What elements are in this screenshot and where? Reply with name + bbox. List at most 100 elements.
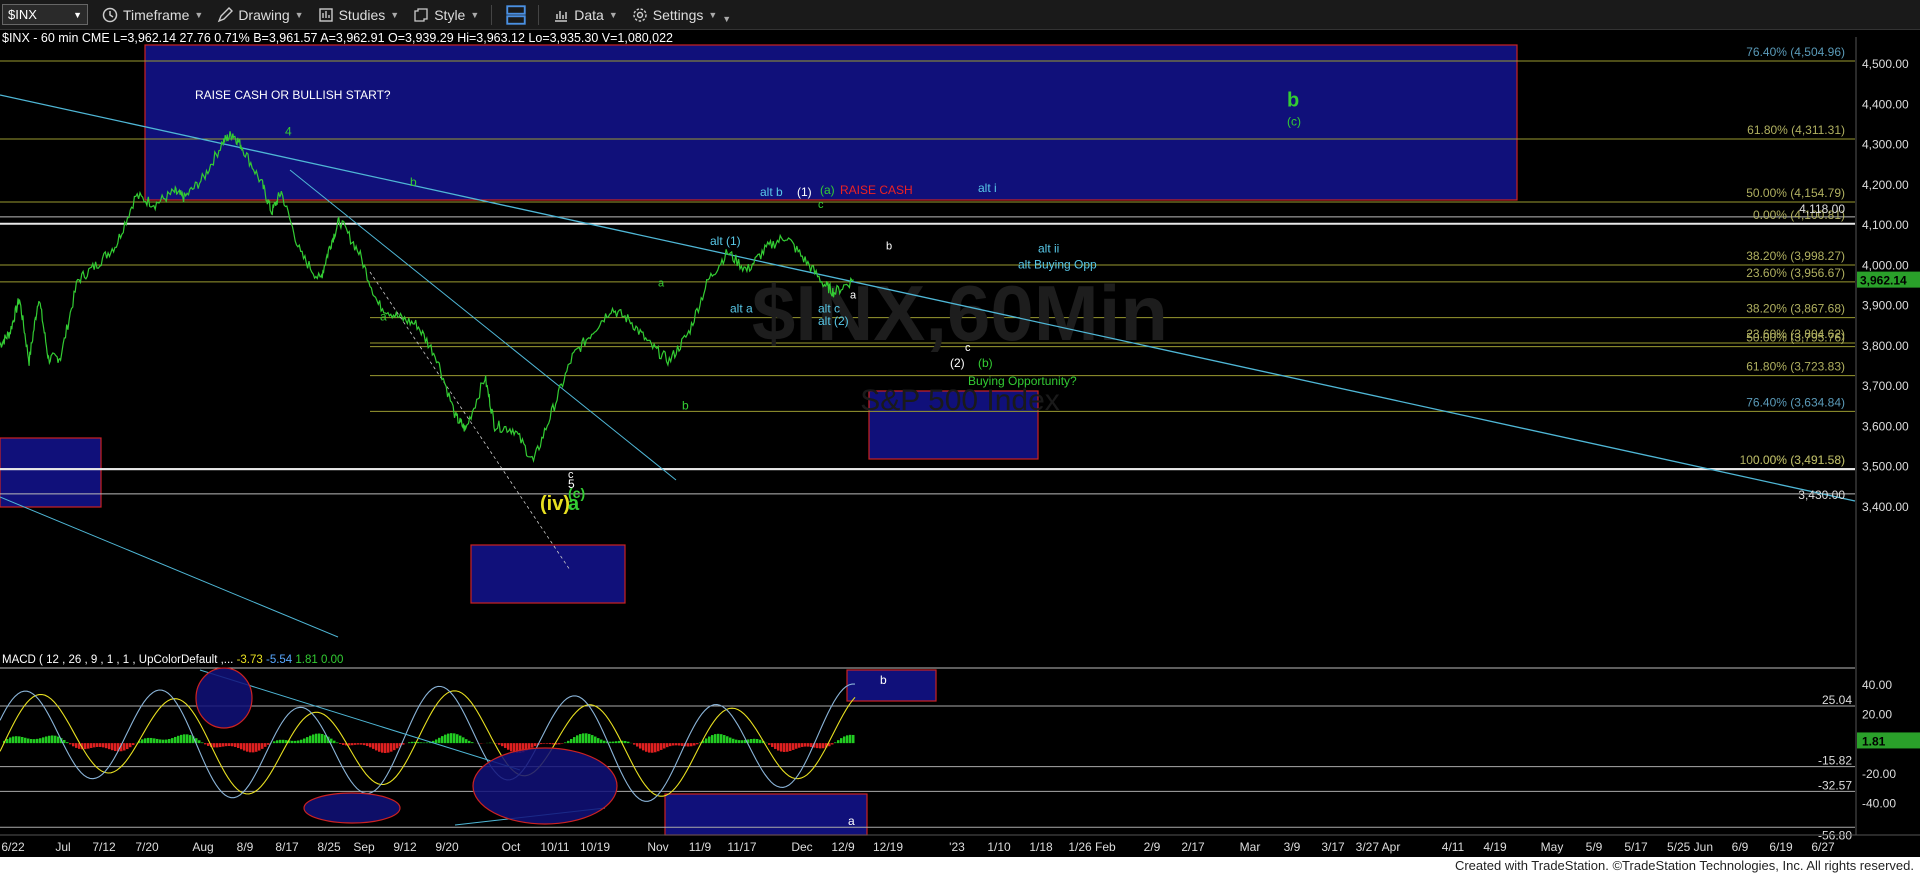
macd-histogram-bar (498, 743, 501, 745)
wave-annotation: alt (2) (818, 314, 849, 328)
macd-histogram-bar (375, 743, 378, 751)
wave-annotation: alt a (730, 302, 753, 316)
macd-histogram-bar (510, 743, 513, 752)
x-axis-tick: 7/20 (135, 840, 159, 854)
price-axis-tick: 4,100.00 (1862, 218, 1909, 232)
x-axis-tick: Nov (647, 840, 668, 854)
x-axis-tick: 10/19 (580, 840, 610, 854)
macd-histogram-bar (297, 740, 300, 744)
macd-histogram-bar (759, 739, 762, 744)
macd-histogram-bar (378, 743, 381, 752)
macd-histogram-bar (669, 743, 672, 747)
macd-histogram-bar (546, 743, 549, 744)
wave-annotation: a (850, 290, 857, 302)
macd-histogram-bar (558, 743, 561, 745)
macd-histogram-bar (282, 739, 285, 744)
x-axis-tick: Sep (353, 840, 375, 854)
macd-histogram-bar (312, 734, 315, 744)
macd-histogram-bar (837, 740, 840, 744)
price-axis-tick: 4,300.00 (1862, 138, 1909, 152)
macd-histogram-bar (6, 738, 9, 744)
macd-histogram-bar (708, 736, 711, 744)
macd-histogram-bar (153, 738, 156, 744)
trend-line (369, 271, 571, 571)
macd-histogram-bar (531, 743, 534, 748)
macd-histogram-bar (24, 737, 27, 744)
wave-annotation: RAISE CASH OR BULLISH START? (195, 88, 391, 102)
footer-bar: Created with TradeStation. ©TradeStation… (0, 857, 1920, 875)
macd-histogram-bar (273, 741, 276, 744)
macd-level-label: -15.82 (1818, 754, 1852, 768)
wave-annotation: 4 (285, 124, 292, 138)
macd-histogram-bar (504, 743, 507, 748)
macd-histogram-bar (351, 743, 354, 746)
macd-histogram-bar (852, 734, 855, 744)
price-axis-tick: 3,800.00 (1862, 339, 1909, 353)
macd-histogram-bar (600, 739, 603, 744)
macd-histogram-bar (180, 734, 183, 744)
chart-watermark: $INX,60Min (752, 269, 1168, 357)
price-axis-tick: 3,500.00 (1862, 460, 1909, 474)
macd-histogram-bar (387, 743, 390, 753)
macd-box-a (664, 793, 868, 836)
x-axis-tick: 11/17 (727, 840, 756, 854)
macd-histogram-bar (246, 743, 249, 752)
macd-histogram-bar (369, 743, 372, 748)
macd-histogram-bar (258, 743, 261, 751)
macd-histogram-bar (681, 743, 684, 746)
macd-histogram-bar (786, 743, 789, 752)
wave-annotation: Buying Opportunity? (968, 374, 1077, 388)
macd-histogram-bar (237, 743, 240, 749)
macd-histogram-bar (804, 743, 807, 747)
macd-histogram-bar (87, 743, 90, 749)
fib-level-label: 38.20% (3,867.68) (1746, 302, 1845, 316)
price-chart[interactable]: $INX,60Min S&P 500 Index 76.40% (4,504.9… (0, 0, 1920, 875)
macd-histogram-bar (753, 738, 756, 744)
price-axis-tick: 3,600.00 (1862, 419, 1909, 433)
macd-histogram-bar (777, 743, 780, 751)
macd-histogram-bar (291, 740, 294, 744)
macd-histogram-bar (177, 735, 180, 744)
macd-histogram-bar (648, 743, 651, 753)
macd-histogram-bar (393, 743, 396, 751)
macd-histogram-bar (534, 743, 537, 747)
x-axis-tick: 5/25 Jun (1667, 840, 1713, 854)
x-axis-tick: Dec (791, 840, 812, 854)
macd-histogram-bar (594, 736, 597, 744)
wave-annotation: b (1287, 89, 1299, 111)
wave-annotation: a (380, 310, 387, 324)
macd-histogram-bar (714, 734, 717, 744)
macd-histogram-bar (627, 741, 630, 744)
wave-annotation: alt (1) (710, 234, 741, 248)
horizontal-level-label: 4,118.00 (1799, 202, 1845, 216)
macd-histogram-bar (51, 735, 54, 744)
macd-histogram-bar (144, 738, 147, 744)
macd-histogram-bar (141, 739, 144, 744)
macd-histogram-bar (9, 737, 12, 744)
macd-histogram-bar (672, 743, 675, 746)
macd-histogram-bar (108, 743, 111, 750)
macd-histogram-bar (642, 743, 645, 751)
macd-histogram-bar (75, 743, 78, 748)
macd-histogram-bar (663, 743, 666, 749)
macd-histogram-bar (408, 742, 411, 744)
macd-histogram-bar (156, 738, 159, 744)
macd-histogram-bar (816, 743, 819, 749)
macd-histogram-bar (39, 738, 42, 744)
macd-histogram-bar (693, 743, 696, 746)
x-axis-tick: 4/11 (1442, 840, 1465, 854)
x-axis-tick: 9/12 (393, 840, 417, 854)
macd-histogram-bar (165, 739, 168, 744)
wave-annotation: alt b (760, 185, 783, 199)
macd-histogram-bar (834, 742, 837, 744)
macd-histogram-bar (810, 743, 813, 748)
macd-histogram-bar (507, 743, 510, 750)
fib-level-label: 76.40% (3,634.84) (1746, 395, 1845, 409)
macd-histogram-bar (462, 737, 465, 744)
x-axis-tick: 9/20 (435, 840, 459, 854)
fib-level-label: 38.20% (3,998.27) (1746, 249, 1845, 263)
macd-histogram-bar (444, 734, 447, 744)
macd-axis-tick: 40.00 (1862, 678, 1892, 692)
macd-level-label: -32.57 (1818, 778, 1852, 792)
macd-histogram-bar (840, 738, 843, 744)
